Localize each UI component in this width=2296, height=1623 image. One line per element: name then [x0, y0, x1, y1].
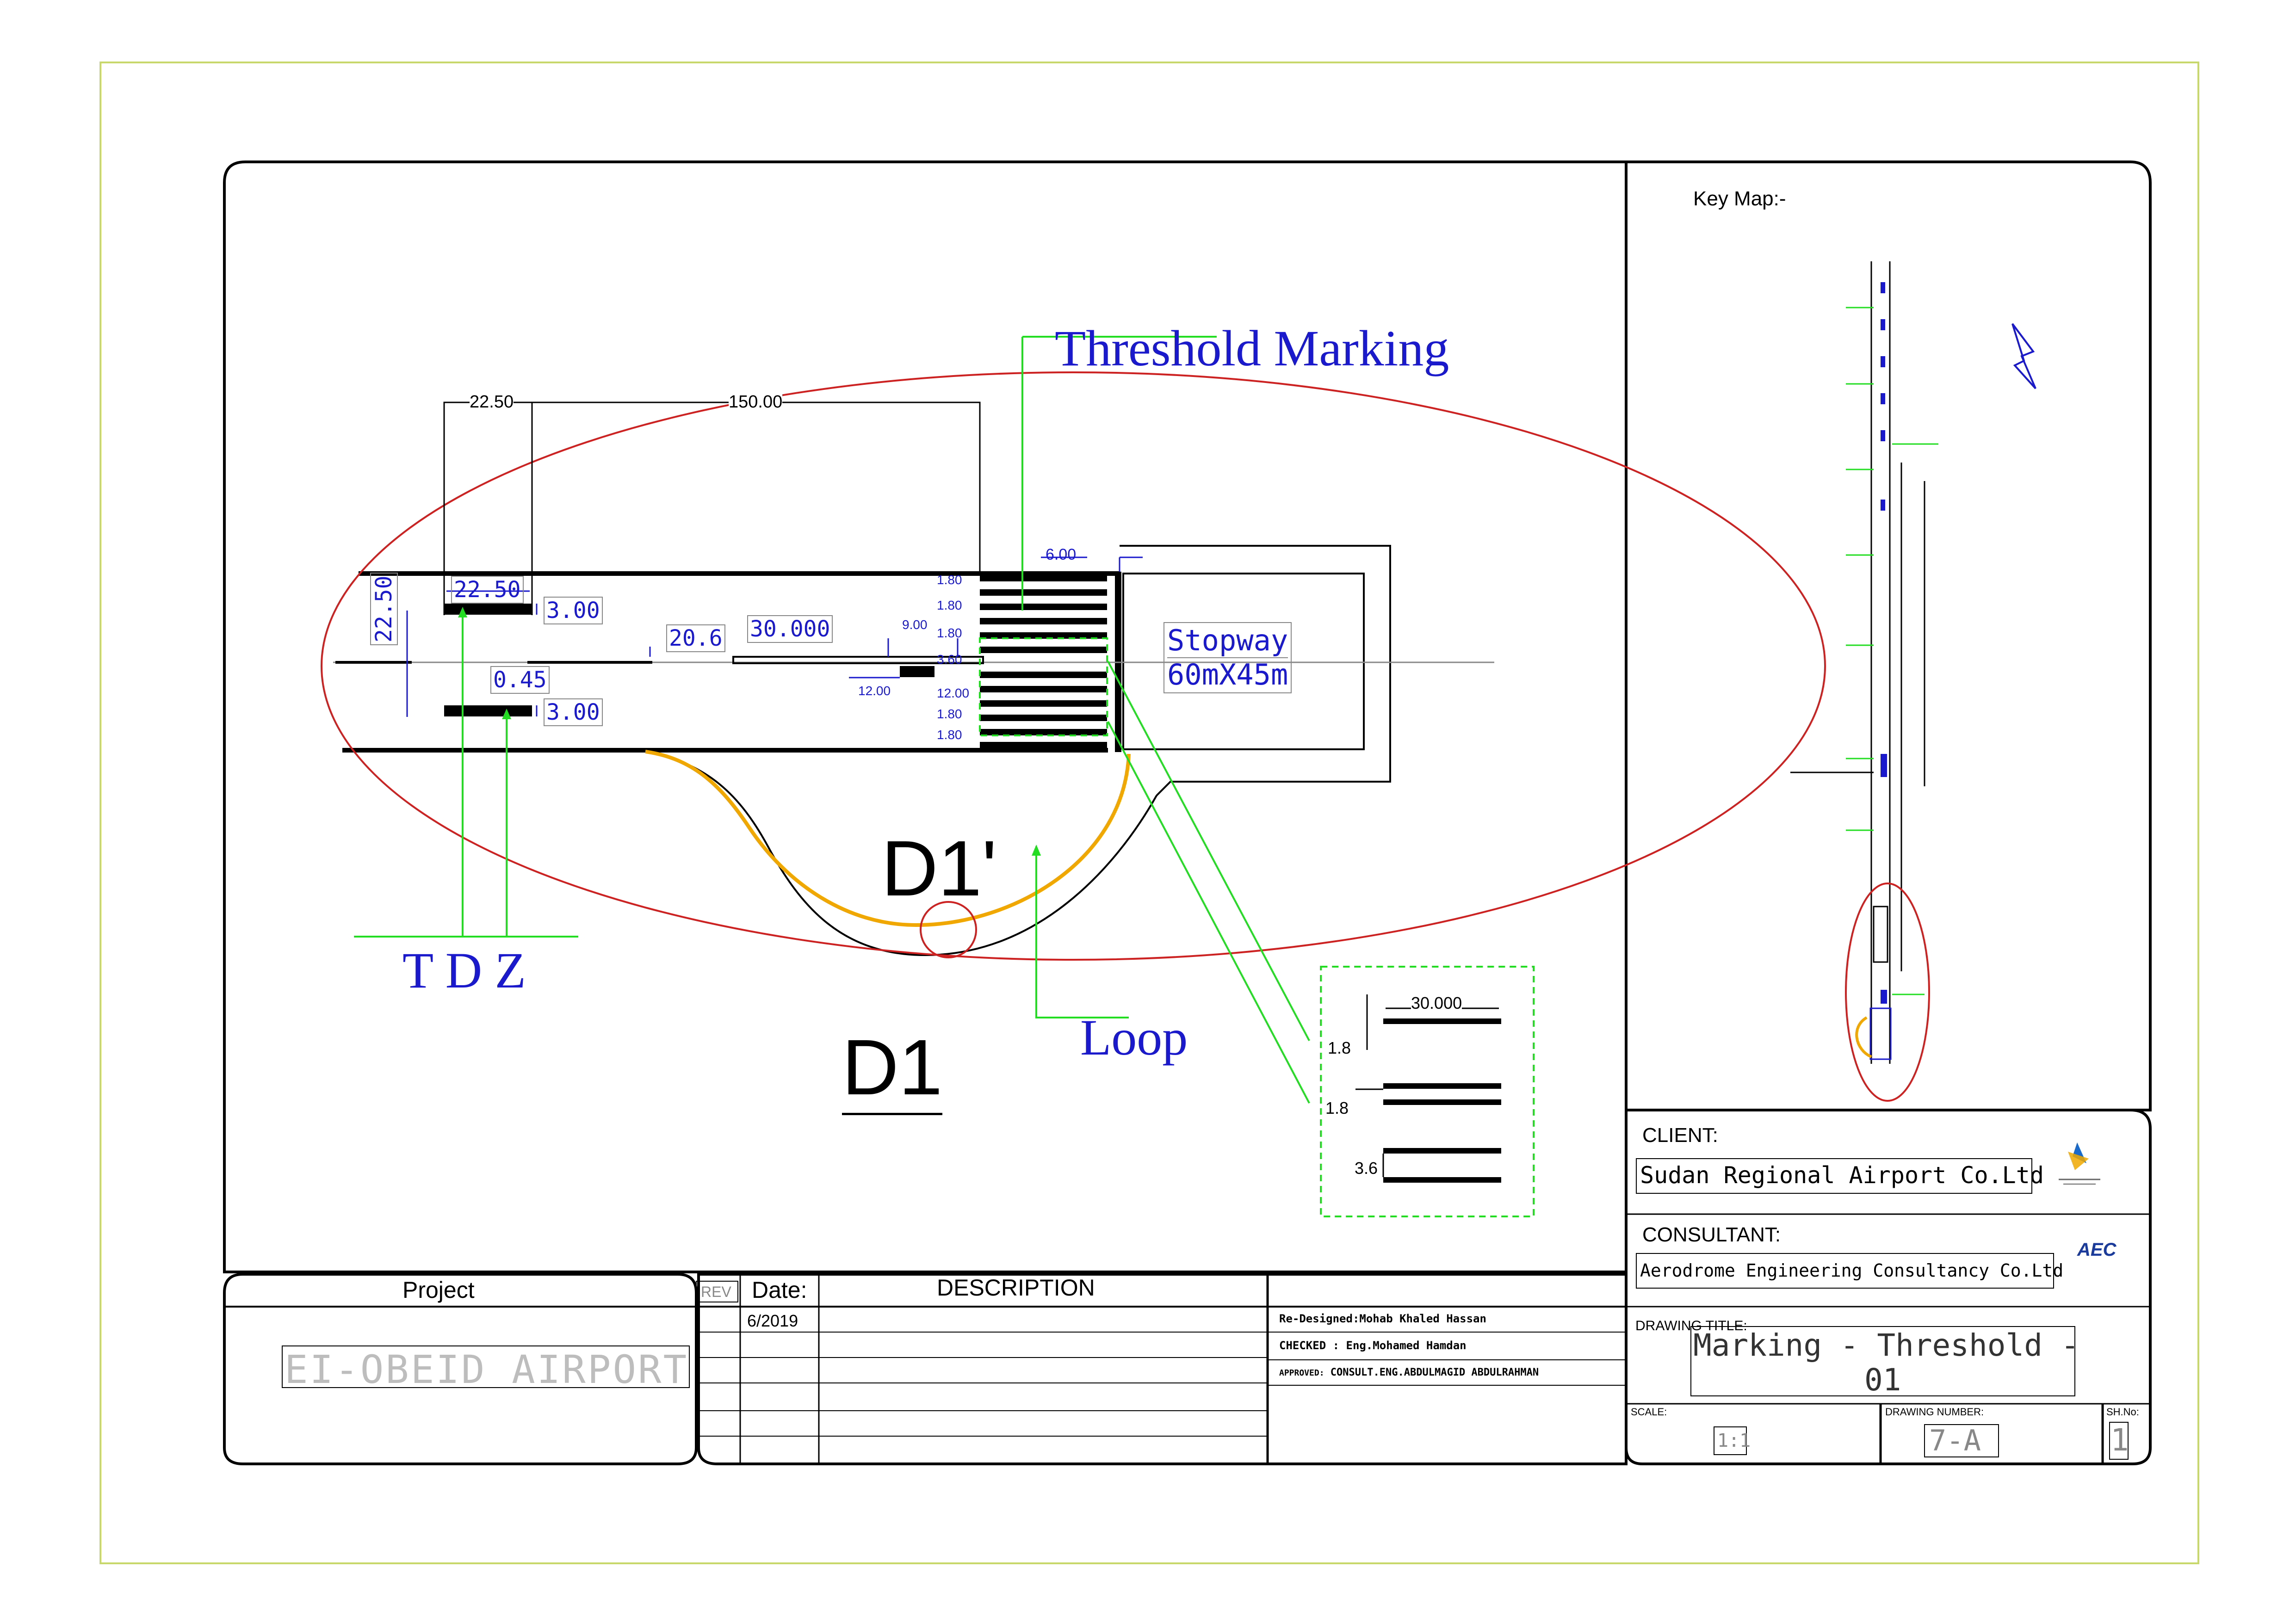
stopway-line-1: Stopway	[1167, 623, 1288, 657]
dim-0-45: 0.45	[490, 666, 550, 694]
approved-row: APPROVED: CONSULT.ENG.ABDULMAGID ABDULRA…	[1279, 1367, 1539, 1378]
consultant-name: Aerodrome Engineering Consultancy Co.Ltd	[1640, 1260, 2064, 1281]
approved-label: APPROVED:	[1279, 1368, 1324, 1378]
date-label: Date:	[752, 1277, 807, 1303]
date-value: 6/2019	[747, 1311, 798, 1330]
detail-dim-1-8-b: 1.8	[1325, 1098, 1349, 1117]
checked-label: CHECKED	[1279, 1339, 1326, 1352]
tdz-label: T D Z	[402, 942, 526, 999]
dim-22-50-top: 22.50	[470, 392, 514, 412]
stopway-label: Stopway 60mX45m	[1163, 622, 1292, 693]
stripe-dim-5: 12.00	[937, 686, 970, 700]
rev-label: REV	[701, 1284, 731, 1300]
loop-label: Loop	[1080, 1009, 1188, 1066]
detail-dim-30-000: 30.000	[1411, 994, 1462, 1013]
consultant-logo-icon: AEC	[2077, 1240, 2117, 1260]
stripe-dim-7: 1.80	[937, 728, 962, 742]
drawing-number-value: 7-A	[1929, 1424, 1981, 1457]
d1-prime-label: D1'	[881, 825, 997, 913]
d1-label: D1	[842, 1022, 943, 1115]
client-logo-icon	[2054, 1133, 2105, 1189]
dim-20-6: 20.6	[666, 624, 725, 652]
dim-22-50-vert: 22.50	[370, 573, 398, 645]
client-label: CLIENT:	[1642, 1124, 1718, 1147]
project-name: EI-OBEID AIRPORT	[285, 1347, 689, 1392]
project-label: Project	[402, 1277, 475, 1303]
drawing-number-label: DRAWING NUMBER:	[1885, 1406, 1984, 1418]
description-label: DESCRIPTION	[937, 1275, 1095, 1301]
stripe-dim-3: 1.80	[937, 626, 962, 640]
redesigned-label: Re-Designed:	[1279, 1312, 1360, 1325]
client-name: Sudan Regional Airport Co.Ltd	[1640, 1162, 2044, 1189]
approved-value: CONSULT.ENG.ABDULMAGID ABDULRAHMAN	[1330, 1367, 1539, 1378]
dim-22-50-box: 22.50	[451, 576, 524, 604]
dim-30-000: 30.000	[747, 615, 833, 643]
dim-12-00-a: 12.00	[858, 684, 891, 698]
checked-value: : Eng.Mohamed Hamdan	[1332, 1339, 1467, 1352]
redesigned-value: Mohab Khaled Hassan	[1359, 1312, 1486, 1325]
threshold-marking-label: Threshold Marking	[1055, 320, 1449, 376]
detail-dim-1-8-a: 1.8	[1328, 1038, 1351, 1057]
sheet-no-label: SH.No:	[2106, 1406, 2139, 1418]
sheet-no-value: 1	[2110, 1422, 2129, 1458]
dim-9-00: 9.00	[902, 617, 928, 632]
redesigned-row: Re-Designed:Mohab Khaled Hassan	[1279, 1312, 1486, 1325]
detail-dim-3-6: 3.6	[1355, 1159, 1378, 1178]
stripe-dim-6: 1.80	[937, 707, 962, 721]
stopway-line-2: 60mX45m	[1167, 657, 1288, 691]
dim-3-00-a: 3.00	[544, 597, 603, 624]
stripe-dim-2: 1.80	[937, 598, 962, 612]
drawing-title-line-1: Marking - Threshold -	[1693, 1327, 2079, 1363]
text-layer: Threshold Marking T D Z Loop D1 D1' Stop…	[0, 0, 2296, 1623]
dim-6-00: 6.00	[1046, 546, 1077, 563]
dim-150: 150.00	[729, 392, 783, 412]
scale-label: SCALE:	[1631, 1406, 1667, 1418]
stripe-dim-4: 3.60	[937, 652, 962, 666]
key-map-label: Key Map:-	[1693, 187, 1786, 210]
scale-value: 1:1	[1717, 1430, 1751, 1451]
dim-3-00-b: 3.00	[544, 698, 603, 726]
consultant-label: CONSULTANT:	[1642, 1223, 1781, 1246]
drawing-title-line-2: 01	[1864, 1362, 1901, 1398]
stripe-dim-1: 1.80	[937, 573, 962, 587]
checked-row: CHECKED : Eng.Mohamed Hamdan	[1279, 1339, 1467, 1352]
